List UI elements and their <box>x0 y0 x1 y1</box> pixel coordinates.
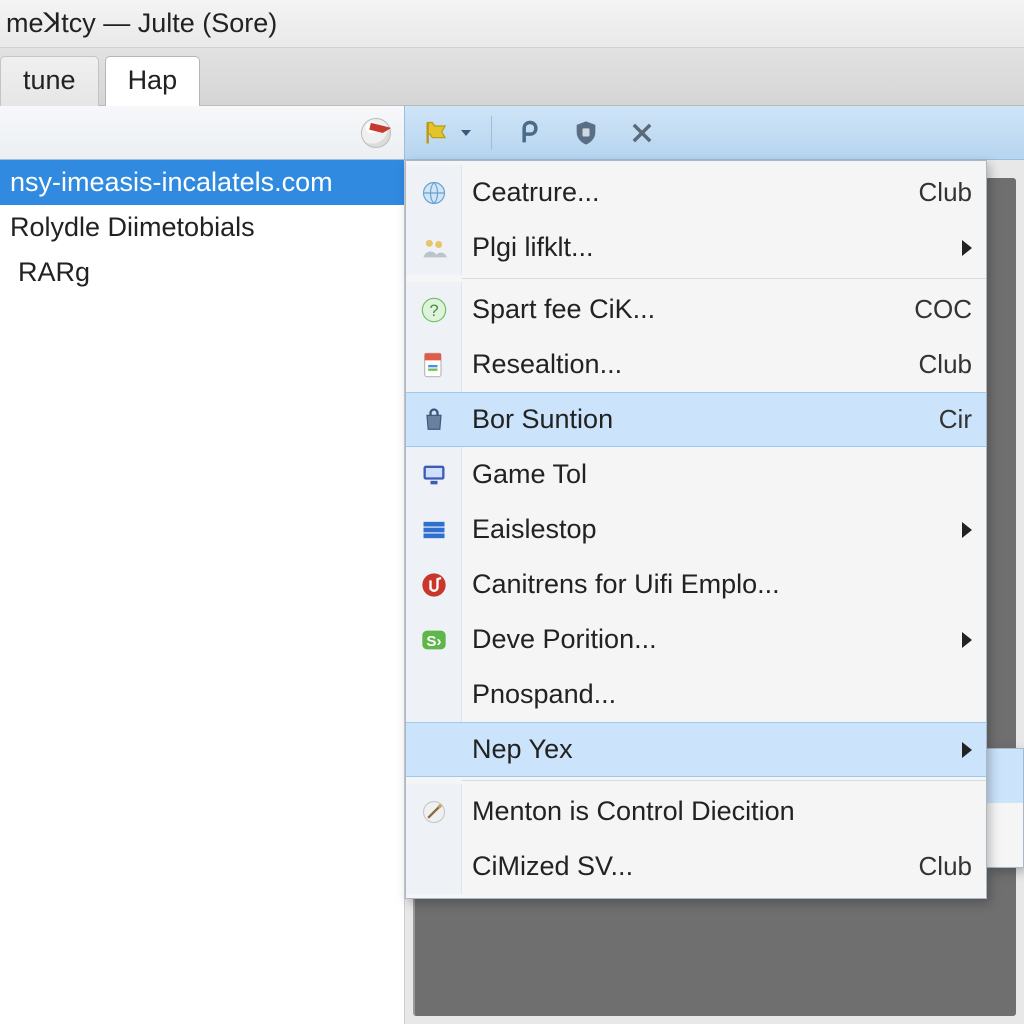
toolbar <box>0 106 1024 160</box>
ball-icon[interactable] <box>358 115 394 151</box>
wand-icon <box>420 798 448 826</box>
menu-item-nep-yex[interactable]: Nep Yex <box>406 722 986 777</box>
menu-label: Pnospand... <box>472 679 972 710</box>
menu-item-deve-porition[interactable]: S› Deve Porition... <box>406 612 986 667</box>
toolbar-left <box>0 106 405 159</box>
bars-icon <box>420 516 448 544</box>
title-bar: meꓘtcy — Julte (Sore) <box>0 0 1024 48</box>
submenu-arrow-icon <box>962 632 972 648</box>
sidebar-item[interactable]: nsy-imeasis-incalatels.com <box>0 160 404 205</box>
tab-label: Hap <box>128 65 178 95</box>
people-icon <box>420 234 448 262</box>
sidebar-item[interactable]: Rolydle Diimetobials <box>0 205 404 250</box>
menu-item-plgi[interactable]: Plgi lifklt... <box>406 220 986 275</box>
menu-item-game-tol[interactable]: Game Tol <box>406 447 986 502</box>
context-menu: Ceatrure... Club Plgi lifklt... ? Spart … <box>405 160 987 899</box>
submenu-arrow-icon <box>962 522 972 538</box>
menu-separator <box>462 780 986 781</box>
menu-label: Eaislestop <box>472 514 946 545</box>
menu-label: Ceatrure... <box>472 177 903 208</box>
chevron-down-icon <box>461 130 471 136</box>
toolbar-separator <box>491 116 492 150</box>
submenu-item[interactable] <box>986 803 1023 857</box>
menu-item-spart[interactable]: ? Spart fee CiK... COC <box>406 282 986 337</box>
close-icon[interactable] <box>624 115 660 151</box>
sidebar-item-label: RARg <box>18 257 90 287</box>
svg-text:S›: S› <box>426 632 441 649</box>
toolbar-right <box>405 115 674 151</box>
tab-tune[interactable]: tune <box>0 56 99 106</box>
submenu-arrow-icon <box>962 240 972 256</box>
sidebar-item-label: nsy-imeasis-incalatels.com <box>10 167 333 197</box>
menu-label: Nep Yex <box>472 734 946 765</box>
question-icon: ? <box>420 296 448 324</box>
tab-label: tune <box>23 65 76 95</box>
green-s-icon: S› <box>420 626 448 654</box>
tab-strip: tune Hap <box>0 48 1024 106</box>
submenu-item[interactable] <box>986 749 1023 803</box>
monitor-icon <box>420 461 448 489</box>
menu-label: Spart fee CiK... <box>472 294 898 325</box>
menu-shortcut: Club <box>919 349 972 380</box>
menu-shortcut: Club <box>919 177 972 208</box>
menu-separator <box>462 278 986 279</box>
menu-label: CiMized SV... <box>472 851 903 882</box>
menu-shortcut: Cir <box>939 404 972 435</box>
svg-text:?: ? <box>429 301 438 319</box>
menu-label: Game Tol <box>472 459 972 490</box>
menu-item-eaislestop[interactable]: Eaislestop <box>406 502 986 557</box>
menu-label: Deve Porition... <box>472 624 946 655</box>
rho-icon[interactable] <box>512 115 548 151</box>
sidebar-item[interactable]: RARg <box>0 250 404 295</box>
flag-icon[interactable] <box>419 115 455 151</box>
menu-label: Bor Suntion <box>472 404 923 435</box>
menu-item-resealtion[interactable]: Resealtion... Club <box>406 337 986 392</box>
menu-label: Resealtion... <box>472 349 903 380</box>
menu-shortcut: Club <box>919 851 972 882</box>
menu-item-ceatrure[interactable]: Ceatrure... Club <box>406 165 986 220</box>
globe-icon <box>420 179 448 207</box>
menu-label: Canitrens for Uifi Emplo... <box>472 569 972 600</box>
sidebar: nsy-imeasis-incalatels.com Rolydle Diime… <box>0 160 405 1024</box>
doc-color-icon <box>420 351 448 379</box>
menu-item-bor-suntion[interactable]: Bor Suntion Cir <box>406 392 986 447</box>
menu-item-canitrens[interactable]: Canitrens for Uifi Emplo... <box>406 557 986 612</box>
bag-icon <box>420 406 448 434</box>
menu-item-pnospand[interactable]: Pnospand... <box>406 667 986 722</box>
red-note-icon <box>420 571 448 599</box>
submenu <box>986 748 1024 868</box>
shield-icon[interactable] <box>568 115 604 151</box>
menu-label: Menton is Control Diecition <box>472 796 972 827</box>
window-title: meꓘtcy — Julte (Sore) <box>6 8 277 39</box>
menu-item-cimized[interactable]: CiMized SV... Club <box>406 839 986 894</box>
submenu-arrow-icon <box>962 742 972 758</box>
menu-item-menton[interactable]: Menton is Control Diecition <box>406 784 986 839</box>
menu-label: Plgi lifklt... <box>472 232 946 263</box>
menu-shortcut: COC <box>914 294 972 325</box>
tab-hap[interactable]: Hap <box>105 56 201 106</box>
flag-dropdown[interactable] <box>419 115 471 151</box>
sidebar-item-label: Rolydle Diimetobials <box>10 212 255 242</box>
